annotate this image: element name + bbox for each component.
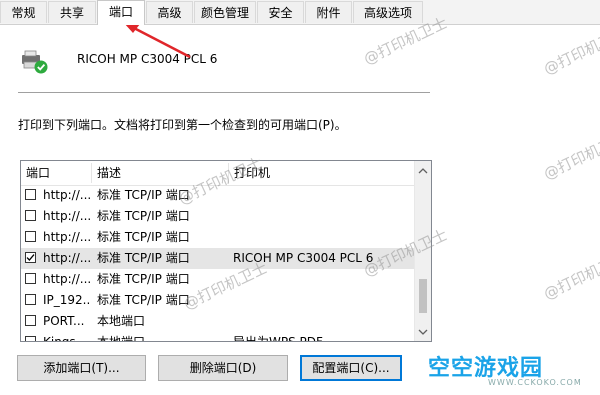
port-list[interactable]: 端口 描述 打印机 http://... 标准 TCP/IP 端口 http:/… [20, 160, 432, 342]
column-header-port[interactable]: 端口 [21, 161, 91, 185]
port-printer [233, 206, 413, 227]
port-printer [233, 227, 413, 248]
tab-general[interactable]: 常规 [0, 1, 47, 23]
port-name: http://... [43, 188, 91, 202]
tab-advanced-options[interactable]: 高级选项 [353, 1, 423, 23]
table-row[interactable]: PORT... 本地端口 [21, 311, 414, 332]
port-description: 标准 TCP/IP 端口 [97, 188, 190, 202]
port-printer [233, 290, 413, 311]
port-checkbox[interactable] [25, 336, 36, 341]
port-checkbox-checked[interactable] [25, 252, 36, 263]
printer-icon [21, 50, 51, 74]
port-checkbox[interactable] [25, 231, 36, 242]
port-description: 本地端口 [97, 314, 146, 328]
tab-advanced[interactable]: 高级 [146, 1, 193, 23]
scroll-down-icon[interactable] [418, 326, 428, 336]
port-printer [233, 185, 413, 206]
tab-label: 颜色管理 [200, 6, 249, 20]
ports-description: 打印到下列端口。文档将打印到第一个检查到的可用端口(P)。 [18, 118, 347, 132]
tab-label: 高级选项 [363, 6, 412, 20]
port-name: PORT... [43, 314, 85, 328]
vertical-scrollbar[interactable] [414, 161, 431, 341]
port-checkbox[interactable] [25, 315, 36, 326]
table-row[interactable]: http://... 标准 TCP/IP 端口 [21, 206, 414, 227]
tab-label: 端口 [108, 5, 133, 19]
port-description: 本地端口 [97, 332, 227, 341]
table-row[interactable]: http://... 标准 TCP/IP 端口 [21, 185, 414, 206]
configure-port-button[interactable]: 配置端口(C)... [300, 355, 402, 381]
checkmark-icon [26, 254, 35, 261]
table-row[interactable]: http://... 标准 TCP/IP 端口 [21, 227, 414, 248]
column-header-printer[interactable]: 打印机 [229, 161, 414, 185]
tab-bar: 常规 共享 端口 高级 颜色管理 安全 附件 高级选项 [0, 0, 600, 25]
port-name: IP_192.... [43, 293, 91, 307]
tab-security[interactable]: 安全 [257, 1, 304, 23]
port-checkbox[interactable] [25, 273, 36, 284]
port-name: http://... [43, 230, 91, 244]
port-description: 标准 TCP/IP 端口 [97, 209, 190, 223]
port-description: 标准 TCP/IP 端口 [97, 293, 190, 307]
tab-label: 共享 [59, 6, 84, 20]
port-name: http://... [43, 272, 91, 286]
table-row-selected[interactable]: http://... 标准 TCP/IP 端口 RICOH MP C3004 P… [21, 248, 414, 269]
port-description: 标准 TCP/IP 端口 [97, 230, 190, 244]
port-checkbox[interactable] [25, 189, 36, 200]
table-row[interactable]: http://... 标准 TCP/IP 端口 [21, 269, 414, 290]
tab-sharing[interactable]: 共享 [48, 1, 96, 23]
tab-accessories[interactable]: 附件 [305, 1, 352, 23]
delete-port-button[interactable]: 删除端口(D) [158, 355, 288, 381]
port-printer: RICOH MP C3004 PCL 6 [233, 251, 374, 265]
port-name: http://... [43, 251, 91, 265]
printer-name: RICOH MP C3004 PCL 6 [77, 52, 218, 66]
port-printer: 导出为WPS PDF [233, 332, 413, 341]
tab-label: 安全 [268, 6, 293, 20]
scroll-thumb[interactable] [419, 279, 427, 313]
port-description: 标准 TCP/IP 端口 [97, 251, 190, 265]
site-logo: 空空游戏园 WWW.CCKOKO.COM [428, 350, 598, 390]
port-checkbox[interactable] [25, 294, 36, 305]
port-checkbox[interactable] [25, 210, 36, 221]
list-header: 端口 描述 打印机 [21, 161, 414, 186]
port-name: Kings... [43, 332, 91, 341]
tab-color-management[interactable]: 颜色管理 [194, 1, 256, 23]
tab-label: 常规 [11, 6, 36, 20]
scroll-up-icon[interactable] [418, 165, 428, 175]
table-row[interactable]: IP_192.... 标准 TCP/IP 端口 [21, 290, 414, 311]
port-description: 标准 TCP/IP 端口 [97, 272, 190, 286]
separator [18, 92, 430, 93]
tab-label: 附件 [316, 6, 341, 20]
list-rows: http://... 标准 TCP/IP 端口 http://... 标准 TC… [21, 185, 414, 341]
table-row[interactable]: Kings... 本地端口 导出为WPS PDF [21, 332, 414, 341]
port-printer [233, 311, 413, 332]
add-port-button[interactable]: 添加端口(T)... [17, 355, 146, 381]
logo-subtitle: WWW.CCKOKO.COM [488, 378, 582, 387]
column-header-description[interactable]: 描述 [92, 161, 228, 185]
tab-label: 高级 [157, 6, 182, 20]
port-name: http://... [43, 209, 91, 223]
tab-ports[interactable]: 端口 [97, 0, 145, 25]
port-printer [233, 269, 413, 290]
